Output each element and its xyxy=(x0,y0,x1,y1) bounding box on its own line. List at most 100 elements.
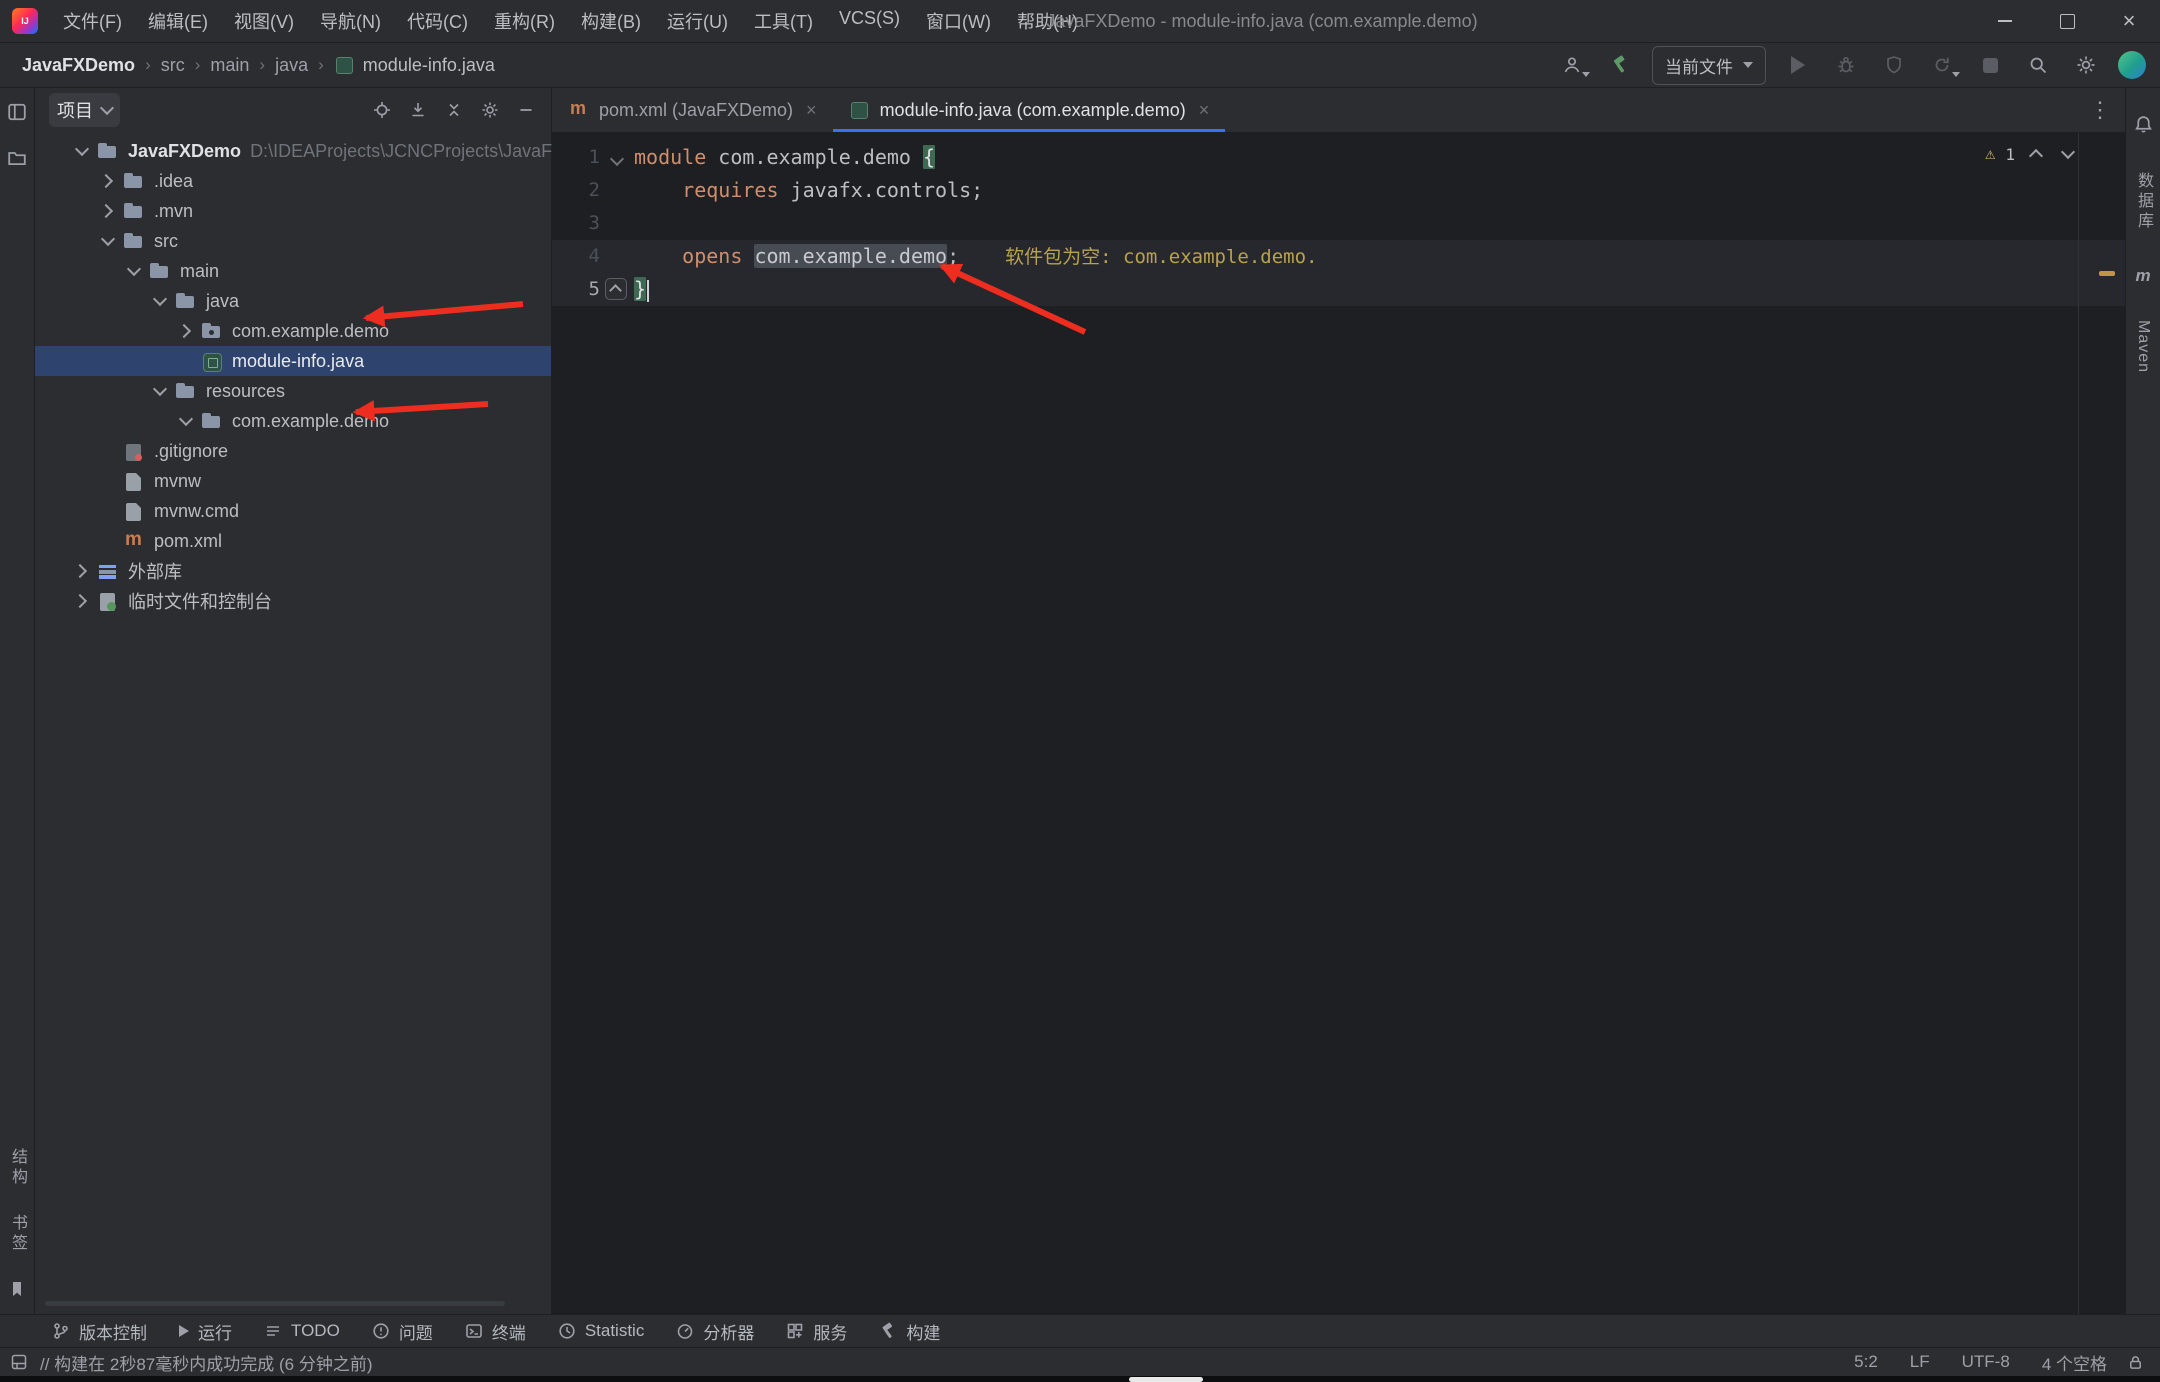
tree-item-mvnw[interactable]: mvnw xyxy=(35,466,551,496)
tab-module-info[interactable]: module-info.java (com.example.demo) × xyxy=(833,88,1226,132)
menu-view[interactable]: 视图(V) xyxy=(223,3,305,39)
hide-panel-button[interactable] xyxy=(511,95,541,125)
database-toolwindow-button[interactable]: 数据库 xyxy=(2131,172,2155,232)
collapse-all-button[interactable] xyxy=(439,95,469,125)
breadcrumb-file[interactable]: module-info.java xyxy=(328,50,501,80)
chevron-right-icon[interactable] xyxy=(95,196,121,226)
close-tab-icon[interactable]: × xyxy=(1199,100,1210,121)
menu-edit[interactable]: 编辑(E) xyxy=(137,3,219,39)
toolwindow-problems-button[interactable]: 问题 xyxy=(360,1315,445,1348)
tab-pom-xml[interactable]: pom.xml (JavaFXDemo) × xyxy=(552,88,833,132)
line-number[interactable]: 4 xyxy=(552,240,600,273)
folder-toolwindow-button[interactable] xyxy=(3,144,31,172)
tree-item-resources[interactable]: resources xyxy=(35,376,551,406)
notifications-button[interactable] xyxy=(2129,110,2157,138)
toolwindow-layout-icon[interactable] xyxy=(10,1353,28,1371)
rerun-button[interactable] xyxy=(1926,49,1958,81)
fold-end-marker-icon[interactable] xyxy=(600,273,634,306)
tree-item-project-root[interactable]: JavaFXDemo D:\IDEAProjects\JCNCProjects\… xyxy=(35,136,551,166)
build-project-button[interactable] xyxy=(1604,49,1636,81)
caret-position[interactable]: 5:2 xyxy=(1842,1350,1890,1374)
bookmark-icon[interactable] xyxy=(8,1280,26,1298)
next-problem-button[interactable] xyxy=(2057,143,2079,165)
code-line-1[interactable]: 1 module com.example.demo { xyxy=(552,141,2125,174)
chevron-down-icon[interactable] xyxy=(69,136,95,166)
breadcrumb-java[interactable]: java xyxy=(269,52,314,79)
menu-file[interactable]: 文件(F) xyxy=(52,3,133,39)
toolwindow-profiler-button[interactable]: 分析器 xyxy=(664,1315,766,1348)
maven-toolwindow-button[interactable]: Maven xyxy=(2134,320,2152,373)
menu-build[interactable]: 构建(B) xyxy=(570,3,652,39)
tree-item-mvn[interactable]: .mvn xyxy=(35,196,551,226)
menu-tools[interactable]: 工具(T) xyxy=(743,3,824,39)
account-avatar[interactable] xyxy=(2118,51,2146,79)
line-number[interactable]: 2 xyxy=(552,174,600,207)
menu-vcs[interactable]: VCS(S) xyxy=(828,3,911,39)
code-line-5[interactable]: 5 } xyxy=(552,273,2125,306)
code-editor[interactable]: 1 module com.example.demo { 2 requires j… xyxy=(552,133,2125,1314)
project-toolwindow-button[interactable] xyxy=(3,98,31,126)
minimize-button[interactable] xyxy=(1974,0,2036,42)
code-line-3[interactable]: 3 xyxy=(552,207,2125,240)
chevron-right-icon[interactable] xyxy=(173,316,199,346)
run-button[interactable] xyxy=(1782,49,1814,81)
tree-item-package-resources[interactable]: com.example.demo xyxy=(35,406,551,436)
toolwindow-statistic-button[interactable]: Statistic xyxy=(546,1317,657,1345)
chevron-right-icon[interactable] xyxy=(69,586,95,616)
chevron-down-icon[interactable] xyxy=(173,406,199,436)
indent-style[interactable]: 4 个空格 xyxy=(2030,1348,2119,1377)
menu-code[interactable]: 代码(C) xyxy=(396,3,479,39)
project-view-select[interactable]: 项目 xyxy=(49,93,120,127)
lock-icon[interactable] xyxy=(2127,1354,2144,1371)
code-line-4[interactable]: 4 opens com.example.demo;软件包为空: com.exam… xyxy=(552,240,2125,273)
toolwindow-vcs-button[interactable]: 版本控制 xyxy=(40,1315,159,1348)
tree-item-module-info[interactable]: module-info.java xyxy=(35,346,551,376)
chevron-down-icon[interactable] xyxy=(147,376,173,406)
locate-file-button[interactable] xyxy=(367,95,397,125)
code-line-2[interactable]: 2 requires javafx.controls; xyxy=(552,174,2125,207)
tree-item-pom-xml[interactable]: pom.xml xyxy=(35,526,551,556)
breadcrumb-src[interactable]: src xyxy=(155,52,191,79)
tree-item-java[interactable]: java xyxy=(35,286,551,316)
line-number[interactable]: 1 xyxy=(552,141,600,174)
menu-run[interactable]: 运行(U) xyxy=(656,3,739,39)
toolwindow-terminal-button[interactable]: 终端 xyxy=(453,1315,538,1348)
toolwindow-services-button[interactable]: 服务 xyxy=(774,1315,859,1348)
fold-marker-icon[interactable] xyxy=(600,141,634,174)
tree-item-src[interactable]: src xyxy=(35,226,551,256)
menu-window[interactable]: 窗口(W) xyxy=(915,3,1002,39)
scrollbar-warning-mark[interactable] xyxy=(2099,271,2115,276)
toolwindow-build-button[interactable]: 构建 xyxy=(867,1315,952,1348)
line-separator[interactable]: LF xyxy=(1898,1350,1942,1374)
run-configuration-select[interactable]: 当前文件 xyxy=(1652,46,1766,85)
inspections-widget[interactable]: ⚠ 1 xyxy=(1985,143,2079,165)
tree-item-mvnw-cmd[interactable]: mvnw.cmd xyxy=(35,496,551,526)
file-encoding[interactable]: UTF-8 xyxy=(1950,1350,2022,1374)
chevron-down-icon[interactable] xyxy=(95,226,121,256)
horizontal-scrollbar[interactable] xyxy=(45,1301,505,1306)
maximize-button[interactable] xyxy=(2036,0,2098,42)
menu-refactor[interactable]: 重构(R) xyxy=(483,3,566,39)
search-everywhere-button[interactable] xyxy=(2022,49,2054,81)
toolwindow-todo-button[interactable]: TODO xyxy=(252,1317,352,1345)
chevron-down-icon[interactable] xyxy=(121,256,147,286)
tree-item-main[interactable]: main xyxy=(35,256,551,286)
line-number[interactable]: 5 xyxy=(552,273,600,306)
close-tab-icon[interactable]: × xyxy=(806,100,817,121)
close-button[interactable]: × xyxy=(2098,0,2160,42)
tab-options-button[interactable]: ⋮ xyxy=(2075,88,2125,132)
debug-button[interactable] xyxy=(1830,49,1862,81)
tree-item-gitignore[interactable]: .gitignore xyxy=(35,436,551,466)
menu-navigate[interactable]: 导航(N) xyxy=(309,3,392,39)
line-number[interactable]: 3 xyxy=(552,207,600,240)
prev-problem-button[interactable] xyxy=(2025,143,2047,165)
toolwindow-run-button[interactable]: 运行 xyxy=(167,1315,244,1348)
chevron-down-icon[interactable] xyxy=(147,286,173,316)
scroll-from-source-button[interactable] xyxy=(403,95,433,125)
stop-button[interactable] xyxy=(1974,49,2006,81)
breadcrumb-main[interactable]: main xyxy=(204,52,255,79)
tree-item-idea[interactable]: .idea xyxy=(35,166,551,196)
chevron-right-icon[interactable] xyxy=(95,166,121,196)
maven-icon[interactable]: m xyxy=(2135,266,2150,286)
profile-button[interactable] xyxy=(1556,49,1588,81)
